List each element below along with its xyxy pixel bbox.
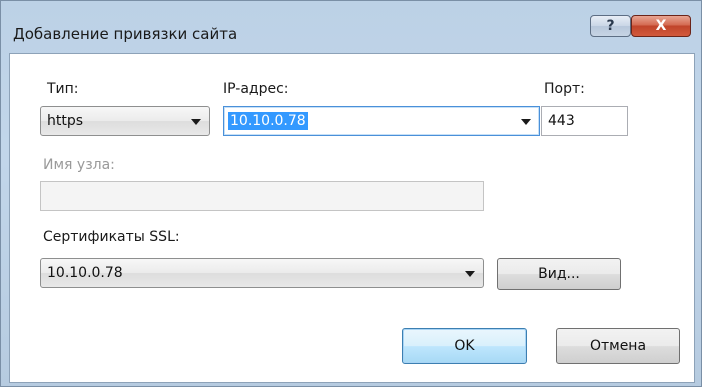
port-label: Порт: — [544, 81, 585, 97]
type-label-text: Тип: — [47, 81, 79, 97]
cancel-button[interactable]: Отмена — [556, 328, 680, 364]
title-bar: Добавление привязки сайта ? X — [1, 1, 701, 53]
ip-label: IP-адрес: — [223, 81, 289, 97]
chevron-down-icon[interactable] — [521, 119, 531, 125]
close-button[interactable]: X — [631, 15, 691, 37]
help-button[interactable]: ? — [590, 15, 631, 37]
type-select-value: https — [47, 113, 84, 129]
ok-button[interactable]: OK — [402, 328, 527, 364]
chevron-down-icon — [465, 271, 475, 277]
view-certificate-button[interactable]: Вид... — [497, 258, 621, 290]
ssl-certificate-value: 10.10.0.78 — [47, 265, 123, 281]
dialog-content: Тип: https IP-адрес: 10.10.0.78 Порт: 44… — [9, 53, 695, 383]
ssl-certificate-select[interactable]: 10.10.0.78 — [40, 258, 484, 288]
ip-address-value: 10.10.0.78 — [228, 112, 308, 130]
hostname-label: Имя узла: — [43, 157, 115, 173]
ssl-label: Сертификаты SSL: — [43, 229, 180, 245]
hostname-field — [40, 181, 484, 211]
chevron-down-icon — [191, 119, 201, 125]
help-icon: ? — [606, 18, 615, 34]
type-select[interactable]: https — [40, 106, 210, 136]
port-value: 443 — [548, 113, 575, 129]
ip-address-combo[interactable]: 10.10.0.78 — [223, 106, 540, 136]
close-icon: X — [655, 18, 667, 34]
port-field[interactable]: 443 — [541, 106, 628, 136]
type-label: Тип: — [47, 81, 79, 97]
dialog-window: Добавление привязки сайта ? X Тип: https… — [0, 0, 702, 387]
window-title: Добавление привязки сайта — [13, 25, 238, 43]
